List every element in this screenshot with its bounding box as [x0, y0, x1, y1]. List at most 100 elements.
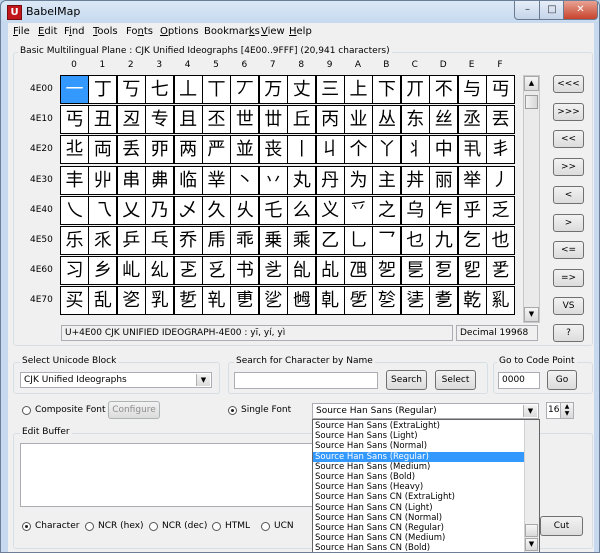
- character-cell[interactable]: 乇: [258, 195, 288, 225]
- character-cell[interactable]: 七: [145, 75, 175, 104]
- character-cell[interactable]: 乀: [60, 195, 89, 225]
- font-list-item[interactable]: Source Han Sans CN (Bold): [313, 543, 525, 552]
- character-cell[interactable]: 乪: [344, 256, 373, 286]
- character-cell[interactable]: 丐: [60, 105, 89, 135]
- character-cell[interactable]: 下: [372, 75, 402, 104]
- scroll-thumb[interactable]: [525, 95, 538, 109]
- menu-view[interactable]: View: [261, 26, 285, 37]
- format-radio-html[interactable]: [212, 522, 221, 531]
- character-cell[interactable]: 九: [429, 226, 459, 255]
- character-cell[interactable]: 乫: [372, 256, 402, 286]
- character-cell[interactable]: 万: [258, 75, 288, 104]
- character-cell[interactable]: 乣: [145, 256, 175, 286]
- character-cell[interactable]: 临: [173, 165, 203, 195]
- character-cell[interactable]: 东: [400, 105, 430, 135]
- code-point-input[interactable]: 0000: [498, 372, 540, 389]
- variation-selectors-button[interactable]: VS: [553, 296, 584, 315]
- character-cell[interactable]: 乒: [116, 226, 146, 255]
- character-cell[interactable]: 乜: [400, 226, 430, 255]
- character-cell[interactable]: 乔: [173, 226, 203, 255]
- character-cell[interactable]: 乖: [230, 226, 260, 255]
- character-cell[interactable]: 书: [230, 256, 260, 286]
- go-button[interactable]: Go: [547, 370, 577, 390]
- character-cell[interactable]: 乎: [457, 195, 487, 225]
- character-cell[interactable]: 专: [145, 105, 175, 135]
- help-button[interactable]: ?: [553, 324, 584, 343]
- character-cell[interactable]: 乸: [287, 286, 317, 316]
- character-cell[interactable]: 乼: [400, 286, 430, 316]
- character-cell[interactable]: 两: [173, 135, 203, 165]
- character-cell[interactable]: 乕: [202, 226, 231, 255]
- menu-help[interactable]: Help: [289, 26, 312, 37]
- font-select[interactable]: Source Han Sans (Regular) ▼: [312, 403, 539, 419]
- character-cell[interactable]: 丢: [116, 135, 146, 165]
- font-list-item[interactable]: Source Han Sans CN (Medium): [313, 533, 525, 543]
- character-cell[interactable]: 乿: [486, 286, 515, 316]
- menu-tools[interactable]: Tools: [93, 26, 118, 37]
- character-cell[interactable]: 丯: [486, 135, 515, 165]
- character-cell[interactable]: 丘: [287, 105, 317, 135]
- character-cell[interactable]: 丷: [258, 165, 288, 195]
- character-cell[interactable]: 丞: [457, 105, 487, 135]
- character-cell[interactable]: 乙: [315, 226, 345, 255]
- character-cell[interactable]: 丵: [202, 165, 231, 195]
- grid-scrollbar[interactable]: ▲ ▼: [523, 75, 540, 323]
- menu-edit[interactable]: Edit: [38, 26, 57, 37]
- menu-options[interactable]: Options: [160, 26, 199, 37]
- maximize-button[interactable]: □: [539, 1, 565, 20]
- scroll-down-arrow-icon[interactable]: ▼: [524, 307, 539, 322]
- character-cell[interactable]: 乌: [400, 195, 430, 225]
- character-cell[interactable]: 且: [173, 105, 203, 135]
- scroll-up-arrow-icon[interactable]: ▲: [524, 76, 539, 91]
- next-page-button[interactable]: >>: [553, 158, 584, 177]
- character-cell[interactable]: 丸: [287, 165, 317, 195]
- character-cell[interactable]: 乨: [287, 256, 317, 286]
- format-radio-character[interactable]: [22, 522, 31, 531]
- character-cell[interactable]: 乂: [116, 195, 146, 225]
- character-cell[interactable]: 串: [116, 165, 146, 195]
- character-cell[interactable]: 丒: [116, 105, 146, 135]
- character-cell[interactable]: 为: [344, 165, 373, 195]
- character-cell[interactable]: 乡: [88, 256, 118, 286]
- select-button[interactable]: Select: [435, 370, 476, 390]
- font-list-item[interactable]: Source Han Sans (Light): [313, 431, 525, 441]
- character-cell[interactable]: 丫: [372, 135, 402, 165]
- character-cell[interactable]: 业: [344, 105, 373, 135]
- character-cell[interactable]: 三: [315, 75, 345, 104]
- character-cell[interactable]: 乚: [344, 226, 373, 255]
- font-list-item[interactable]: Source Han Sans (Normal): [313, 441, 525, 451]
- character-cell[interactable]: 上: [344, 75, 373, 104]
- font-list-item[interactable]: Source Han Sans CN (Regular): [313, 523, 525, 533]
- character-cell[interactable]: 丮: [457, 135, 487, 165]
- character-cell[interactable]: 乹: [315, 286, 345, 316]
- font-list-item[interactable]: Source Han Sans (Heavy): [313, 482, 525, 492]
- last-block-button[interactable]: >>>: [553, 102, 584, 121]
- single-font-radio[interactable]: [228, 406, 237, 415]
- character-cell[interactable]: 义: [315, 195, 345, 225]
- font-list-item[interactable]: Source Han Sans (Regular): [313, 451, 525, 462]
- character-cell[interactable]: 乥: [202, 256, 231, 286]
- character-cell[interactable]: 丈: [287, 75, 317, 104]
- character-cell[interactable]: 乄: [173, 195, 203, 225]
- menu-file[interactable]: File: [13, 26, 30, 37]
- character-cell[interactable]: 丽: [429, 165, 459, 195]
- character-cell[interactable]: 丬: [400, 135, 430, 165]
- character-cell[interactable]: 丁: [88, 75, 118, 104]
- character-cell[interactable]: 习: [60, 256, 89, 286]
- character-cell[interactable]: 丧: [258, 135, 288, 165]
- character-cell[interactable]: 丆: [230, 75, 260, 104]
- character-cell[interactable]: 乴: [173, 286, 203, 316]
- character-cell[interactable]: 丙: [315, 105, 345, 135]
- character-cell[interactable]: 乬: [400, 256, 430, 286]
- font-list-item[interactable]: Source Han Sans CN (Normal): [313, 513, 525, 523]
- format-radio-ncr-hex[interactable]: [85, 522, 94, 531]
- character-cell[interactable]: 不: [429, 75, 459, 104]
- search-input[interactable]: [234, 372, 378, 389]
- font-size-input[interactable]: 16: [546, 402, 561, 419]
- character-cell[interactable]: 丨: [287, 135, 317, 165]
- configure-button[interactable]: Configure: [108, 401, 160, 419]
- character-cell[interactable]: 乢: [116, 256, 146, 286]
- character-cell[interactable]: 丠: [60, 135, 89, 165]
- character-cell[interactable]: 両: [88, 135, 118, 165]
- character-cell[interactable]: 买: [60, 286, 89, 316]
